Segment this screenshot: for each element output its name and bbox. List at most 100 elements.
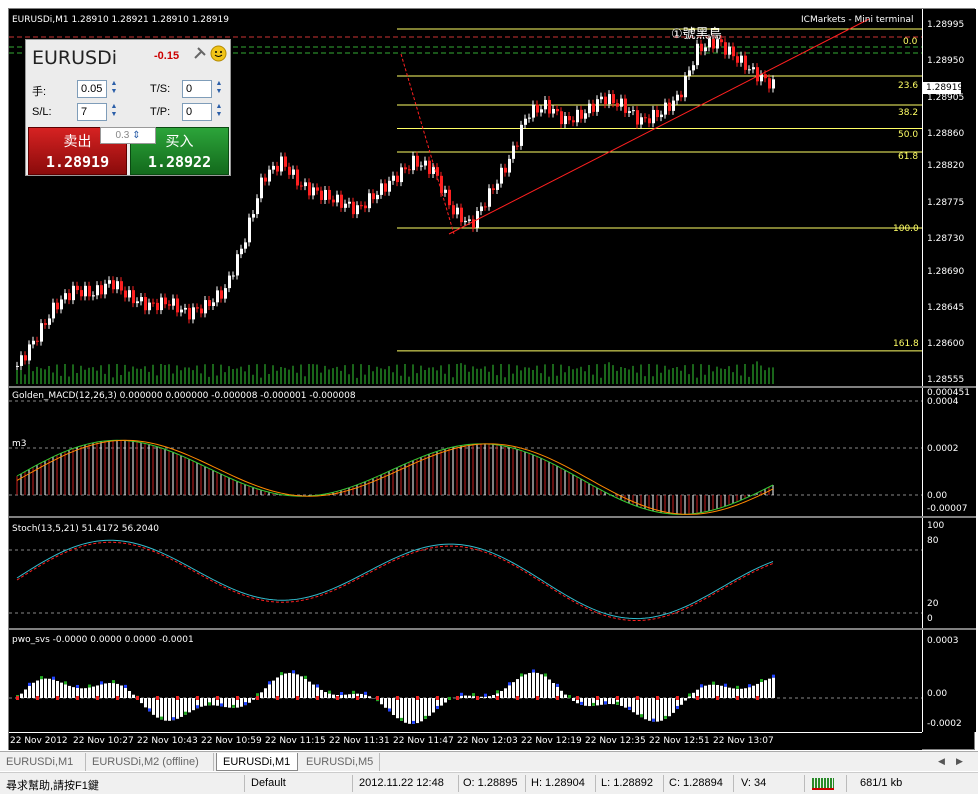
- candle-body: [380, 183, 383, 195]
- pwo-bar: [548, 679, 551, 698]
- candle-body: [40, 323, 43, 342]
- ts-stepper[interactable]: ▲ ▼: [214, 80, 224, 98]
- pwo-bar: [272, 680, 275, 698]
- time-label: 22 Nov 10:43: [137, 736, 198, 746]
- pwo-tip: [412, 720, 415, 724]
- candle-body: [724, 42, 727, 55]
- pwo-bar: [288, 672, 291, 698]
- pwo-tip: [292, 670, 295, 674]
- candle-body: [544, 99, 547, 110]
- pwo-mark: [316, 696, 319, 700]
- candle-body: [468, 219, 471, 221]
- sl-input[interactable]: 7: [77, 103, 107, 121]
- candle-body: [528, 117, 531, 119]
- stoch-pane[interactable]: Stoch(13,5,21) 51.4172 56.2040: [9, 518, 922, 628]
- candle-body: [312, 187, 315, 196]
- price-scale[interactable]: 1.28995 1.28950 1.28905 1.28860 1.28820 …: [922, 9, 976, 386]
- stoch-scale[interactable]: 100 80 20 0: [922, 518, 976, 628]
- sl-stepper[interactable]: ▲ ▼: [109, 103, 119, 121]
- price-tick: 1.28820: [927, 161, 965, 171]
- pwo-pane[interactable]: pwo_svs -0.0000 0.0000 0.0000 -0.0001: [9, 630, 922, 732]
- pwo-bar: [428, 698, 431, 716]
- status-divider: [804, 775, 805, 792]
- pwo-tip: [76, 684, 79, 688]
- candle-body: [388, 180, 391, 192]
- tp-stepper[interactable]: ▲ ▼: [214, 103, 224, 121]
- candle-body: [596, 99, 599, 112]
- candle-body: [580, 109, 583, 119]
- stoch-tick: 0: [927, 614, 933, 624]
- pwo-bar: [32, 682, 35, 698]
- pwo-tip: [736, 685, 739, 689]
- quantity-stepper[interactable]: 0.3 ⇕: [100, 127, 156, 144]
- pwo-bar: [492, 695, 495, 698]
- time-axis[interactable]: 22 Nov 2012 22 Nov 10:27 22 Nov 10:43 22…: [9, 732, 922, 750]
- pwo-mark: [156, 696, 159, 700]
- time-label: 22 Nov 12:19: [521, 736, 582, 746]
- pwo-chart[interactable]: [9, 630, 922, 732]
- pwo-mark: [536, 696, 539, 700]
- tab-scroll-right-icon[interactable]: ▶: [956, 756, 963, 767]
- tab-scroll-left-icon[interactable]: ◀: [938, 756, 945, 767]
- candle-body: [260, 177, 263, 199]
- pwo-bar: [516, 679, 519, 698]
- status-divider: [244, 775, 245, 792]
- pwo-bar: [72, 687, 75, 698]
- pwo-bar: [724, 686, 727, 698]
- pwo-tip: [148, 708, 151, 712]
- pwo-tip: [712, 681, 715, 685]
- status-low: L: 1.28892: [601, 777, 653, 789]
- candle-body: [132, 290, 135, 304]
- pwo-bar: [768, 678, 771, 698]
- pwo-bar: [156, 698, 159, 718]
- candle-body: [156, 302, 159, 311]
- pwo-tip: [568, 695, 571, 699]
- candle-body: [736, 56, 739, 63]
- pwo-bar: [660, 698, 663, 721]
- smiley-icon[interactable]: [210, 45, 227, 62]
- macd-scale[interactable]: 0.000451 0.0004 0.0002 0.00 -0.00007: [922, 388, 976, 516]
- tab-eurusd-m2-offline[interactable]: EURUSDi,M2 (offline): [86, 753, 214, 771]
- candle-body: [400, 167, 403, 183]
- lots-input[interactable]: 0.05: [77, 80, 107, 98]
- tab-eurusd-m5[interactable]: EURUSDi,M5: [300, 753, 380, 771]
- chart-tabs: EURUSDi,M1 EURUSDi,M2 (offline) EURUSDi,…: [0, 751, 978, 771]
- candle-body: [452, 205, 455, 215]
- time-label: 22 Nov 12:51: [649, 736, 710, 746]
- candle-body: [556, 108, 559, 112]
- pwo-bar: [464, 695, 467, 698]
- buy-price: 1.28922: [147, 153, 212, 171]
- pwo-tip: [640, 714, 643, 718]
- candle-body: [484, 206, 487, 208]
- tab-eurusd-m1[interactable]: EURUSDi,M1: [0, 753, 86, 771]
- candle-body: [444, 189, 447, 193]
- pwo-bar: [132, 694, 135, 698]
- price-tick: 1.28775: [927, 198, 965, 208]
- candle-body: [564, 116, 567, 125]
- lots-stepper[interactable]: ▲ ▼: [109, 80, 119, 98]
- macd-chart[interactable]: [9, 388, 922, 516]
- candle-body: [508, 158, 511, 173]
- pwo-mark: [56, 696, 59, 700]
- ts-input[interactable]: 0: [182, 80, 212, 98]
- pwo-bar: [192, 698, 195, 711]
- pwo-mark: [36, 696, 39, 700]
- mini-terminal[interactable]: EURUSDi -0.15 手: 0.05 ▲ ▼ T/S: 0 ▲ ▼ S/L: …: [25, 39, 231, 176]
- pwo-tip: [724, 683, 727, 687]
- pwo-bar: [172, 698, 175, 721]
- tab-eurusd-m1-active[interactable]: EURUSDi,M1: [216, 753, 298, 771]
- tp-input[interactable]: 0: [182, 103, 212, 121]
- stoch-chart[interactable]: [9, 518, 922, 628]
- status-profile[interactable]: Default: [251, 777, 286, 789]
- pwo-bar: [480, 696, 483, 698]
- macd-pane[interactable]: Golden_MACD(12,26,3) 0.000000 0.000000 -…: [9, 388, 922, 516]
- chart-window[interactable]: EURUSDi,M1 1.28910 1.28921 1.28910 1.289…: [8, 8, 976, 750]
- pwo-tip: [52, 676, 55, 680]
- pwo-scale[interactable]: 0.0003 0.00 -0.0002: [922, 630, 976, 732]
- candle-body: [648, 118, 651, 124]
- tools-icon[interactable]: [192, 45, 208, 61]
- candle-body: [732, 46, 735, 57]
- pwo-bar: [400, 698, 403, 721]
- macd-tick: 0.0004: [927, 397, 959, 407]
- pwo-bar: [532, 672, 535, 698]
